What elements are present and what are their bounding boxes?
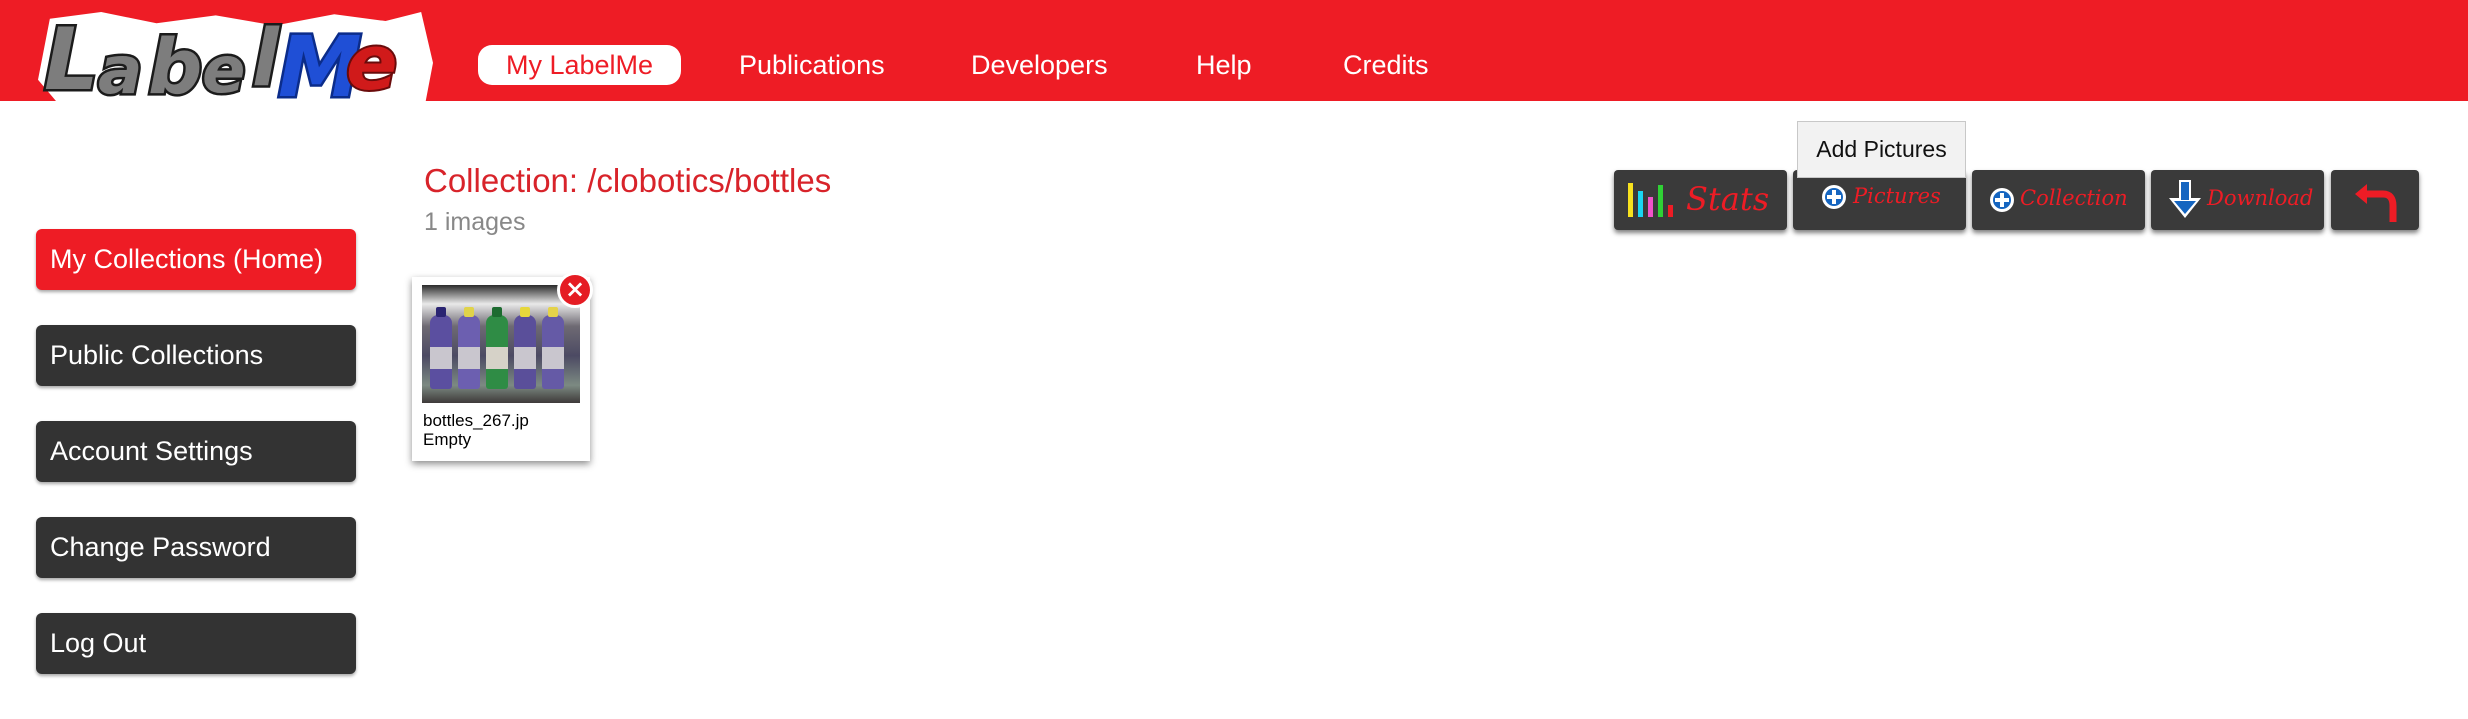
add-collection-button[interactable]: Collection: [1972, 170, 2145, 230]
sidebar-item-change-password[interactable]: Change Password: [36, 517, 356, 578]
nav-developers[interactable]: Developers: [971, 45, 1108, 85]
plus-circle-icon: [1822, 185, 1846, 209]
download-arrow-icon: [2169, 180, 2201, 218]
nav-credits[interactable]: Credits: [1343, 45, 1429, 85]
bar-chart-icon: [1628, 183, 1673, 217]
plus-circle-icon: [1990, 188, 2014, 212]
pictures-label: Pictures: [1853, 184, 1941, 208]
image-card[interactable]: bottles_267.jp Empty: [412, 277, 590, 461]
sidebar-item-my-collections[interactable]: My Collections (Home): [36, 229, 356, 290]
download-label: Download: [2207, 186, 2314, 210]
image-annotation-status: Empty: [423, 430, 472, 449]
stats-button[interactable]: Stats: [1614, 170, 1787, 230]
sidebar-item-public-collections[interactable]: Public Collections: [36, 325, 356, 386]
add-pictures-button[interactable]: Pictures: [1793, 170, 1966, 230]
nav-help[interactable]: Help: [1196, 45, 1252, 85]
download-button[interactable]: Download: [2151, 170, 2324, 230]
collection-title: Collection: /clobotics/bottles: [424, 162, 832, 199]
labelme-logo-wordmark: L a b e l M e: [42, 8, 400, 119]
collection-label: Collection: [2020, 186, 2128, 210]
back-button[interactable]: [2331, 170, 2419, 230]
image-filename: bottles_267.jp: [423, 411, 529, 430]
sidebar-item-account-settings[interactable]: Account Settings: [36, 421, 356, 482]
image-thumbnail[interactable]: [422, 285, 580, 403]
nav-publications[interactable]: Publications: [739, 45, 885, 85]
image-count: 1 images: [424, 208, 526, 236]
add-pictures-tooltip: Add Pictures: [1797, 121, 1966, 178]
nav-my-labelme[interactable]: My LabelMe: [478, 45, 682, 85]
undo-arrow-icon: [2355, 184, 2397, 222]
delete-x-icon[interactable]: ×: [557, 272, 593, 308]
stats-label: Stats: [1686, 180, 1770, 218]
sidebar-item-log-out[interactable]: Log Out: [36, 613, 356, 674]
